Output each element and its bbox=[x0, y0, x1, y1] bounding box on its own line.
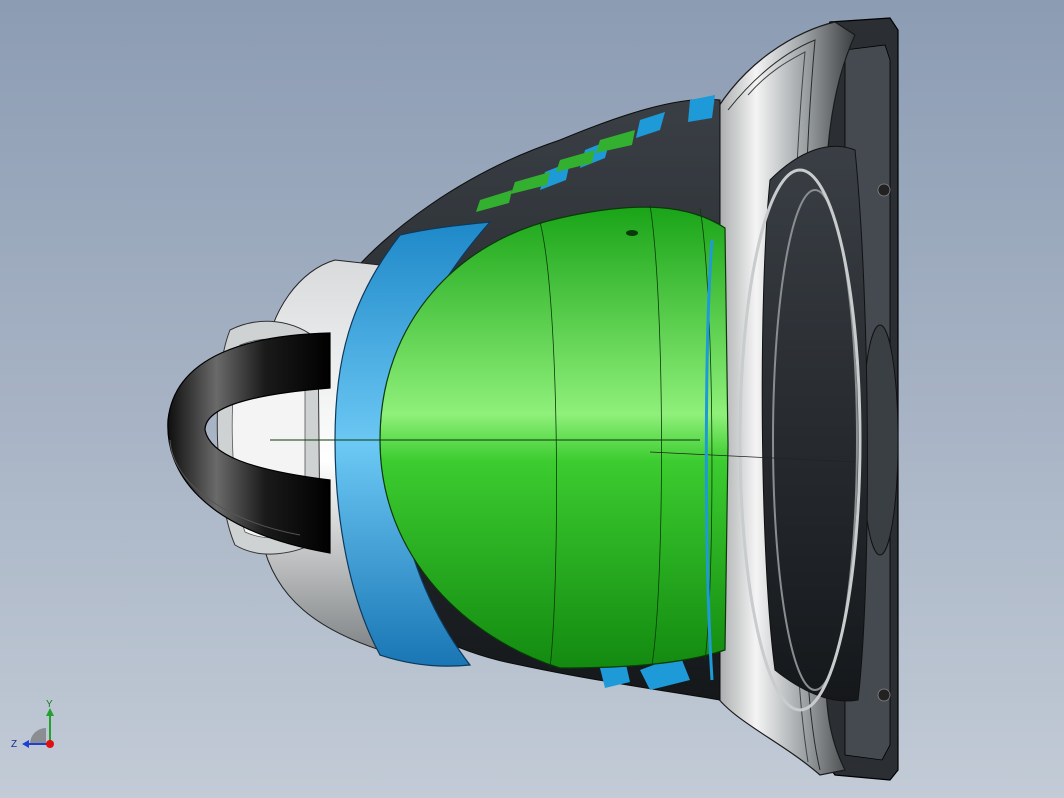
x-axis-dot bbox=[46, 740, 54, 748]
z-axis-label: Z bbox=[11, 739, 17, 750]
triad-base bbox=[30, 728, 46, 744]
3d-model[interactable] bbox=[0, 0, 1064, 798]
orientation-triad[interactable]: Y Z bbox=[8, 700, 68, 760]
y-axis-label: Y bbox=[46, 700, 53, 710]
cad-viewport[interactable]: Y Z bbox=[0, 0, 1064, 798]
z-axis-arrow bbox=[22, 740, 29, 748]
